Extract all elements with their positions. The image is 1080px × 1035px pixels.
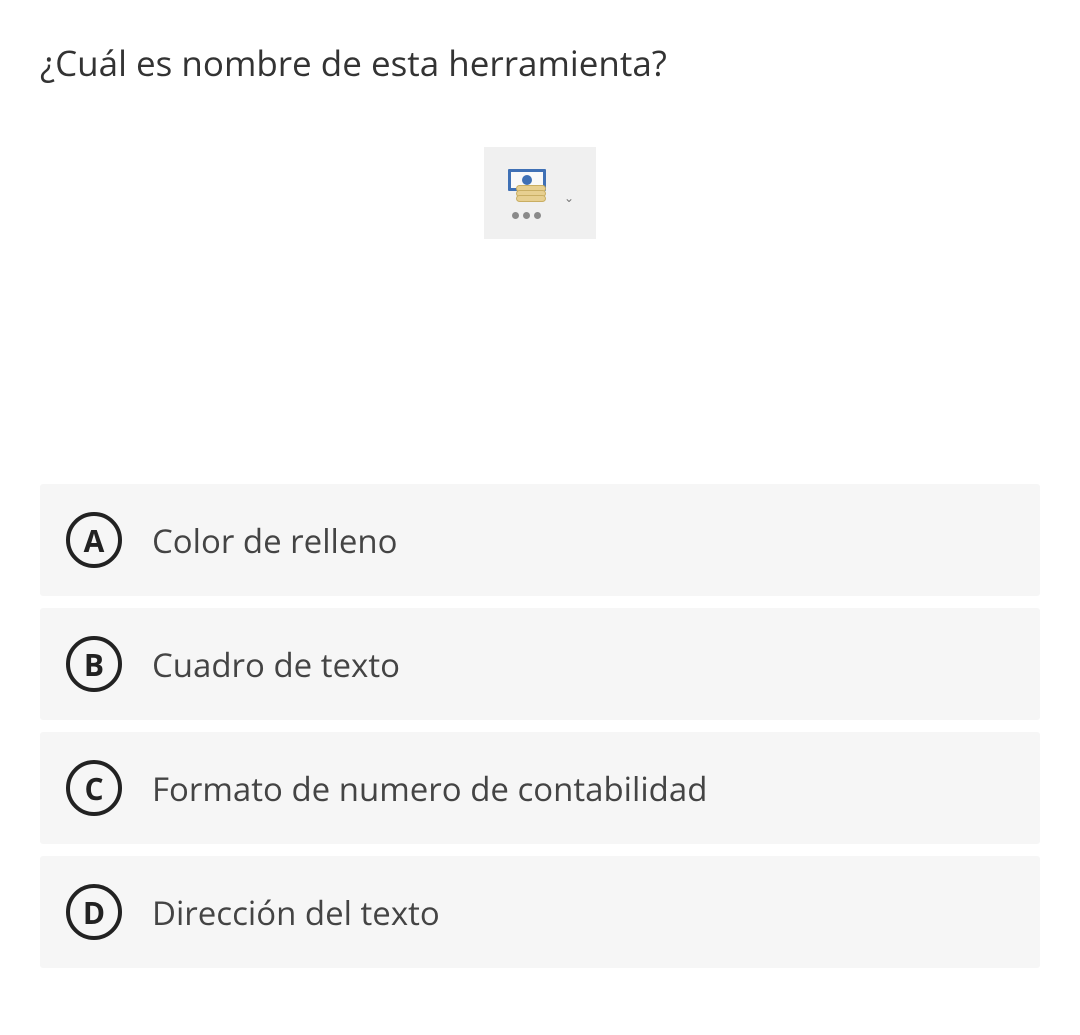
accounting-number-format-icon <box>506 167 554 219</box>
chevron-down-icon: ⌄ <box>564 189 574 206</box>
answer-letter: A <box>66 512 122 568</box>
answer-option-d[interactable]: D Dirección del texto <box>40 856 1040 968</box>
answer-letter: D <box>66 884 122 940</box>
tool-preview: ⌄ <box>484 147 596 239</box>
question-image-zone: ⌄ <box>40 147 1040 239</box>
answer-letter: C <box>66 760 122 816</box>
answer-option-a[interactable]: A Color de relleno <box>40 484 1040 596</box>
answer-text: Formato de numero de contabilidad <box>152 766 707 811</box>
question-text: ¿Cuál es nombre de esta herramienta? <box>40 40 1040 87</box>
answer-option-c[interactable]: C Formato de numero de contabilidad <box>40 732 1040 844</box>
answer-text: Dirección del texto <box>152 890 440 935</box>
answers-list: A Color de relleno B Cuadro de texto C F… <box>40 484 1040 968</box>
answer-letter: B <box>66 636 122 692</box>
answer-text: Color de relleno <box>152 518 397 563</box>
answer-option-b[interactable]: B Cuadro de texto <box>40 608 1040 720</box>
answer-text: Cuadro de texto <box>152 642 400 687</box>
